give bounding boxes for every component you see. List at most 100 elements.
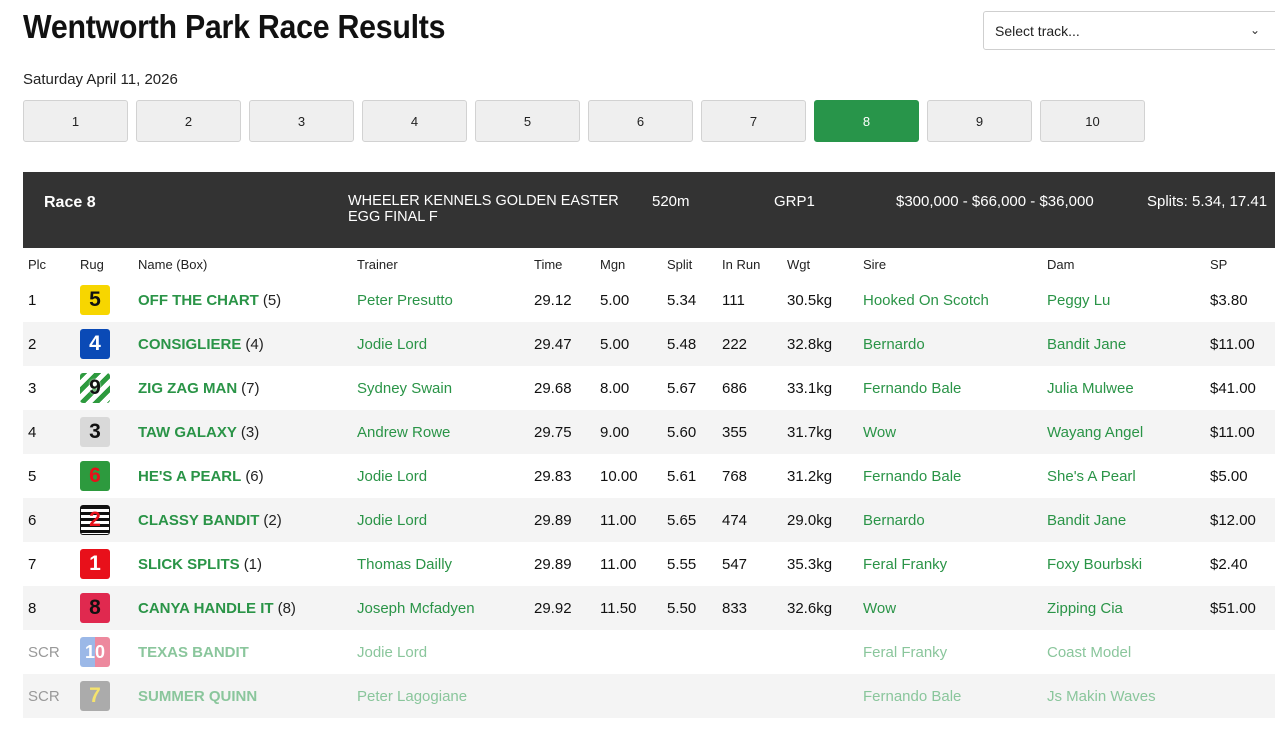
col-header-inrun: In Run [722, 256, 761, 272]
dog-name-link[interactable]: CLASSY BANDIT [138, 512, 259, 529]
rug-icon: 8 [80, 593, 110, 623]
dog-name-link[interactable]: HE'S A PEARL [138, 468, 241, 485]
place: 8 [28, 599, 37, 617]
race-prize: $300,000 - $66,000 - $36,000 [896, 193, 1094, 210]
track-select-value: Select track... [995, 22, 1080, 39]
table-row: 7 1 SLICK SPLITS (1) Thomas Dailly 29.89 11.00… [23, 542, 1275, 586]
sire-link[interactable]: Feral Franky [863, 630, 947, 674]
race-distance: 520m [652, 193, 690, 210]
rug-cell: 3 [80, 410, 110, 454]
starting-price: $2.40 [1210, 555, 1248, 573]
chevron-down-icon: ⌄ [1249, 23, 1260, 37]
split: 5.48 [667, 335, 697, 353]
dam-link[interactable]: Bandit Jane [1047, 498, 1126, 542]
in-run: 222 [722, 335, 748, 353]
rug-icon: 10 [80, 637, 110, 667]
race-tab-10[interactable]: 10 [1040, 100, 1145, 142]
name-cell: CONSIGLIERE (4) [138, 322, 264, 366]
race-tab-7[interactable]: 7 [701, 100, 806, 142]
weight: 32.8kg [787, 335, 833, 353]
rug-number: 3 [89, 420, 101, 443]
trainer-link[interactable]: Jodie Lord [357, 498, 427, 542]
race-name: WHEELER KENNELS GOLDEN EASTER EGG FINAL … [348, 193, 619, 225]
dog-name-link[interactable]: CONSIGLIERE [138, 336, 241, 353]
sire-link[interactable]: Wow [863, 410, 896, 454]
dam-link[interactable]: Zipping Cia [1047, 586, 1123, 630]
sire-link[interactable]: Feral Franky [863, 542, 947, 586]
time: 29.89 [534, 555, 572, 573]
name-cell: SUMMER QUINN [138, 674, 261, 718]
weight: 31.7kg [787, 423, 833, 441]
col-header-split: Split [667, 256, 693, 272]
results-table: Plc Rug Name (Box) Trainer Time Mgn Spli… [23, 250, 1275, 718]
dog-name-link[interactable]: TEXAS BANDIT [138, 644, 249, 661]
place: 3 [28, 379, 37, 397]
rug-cell: 4 [80, 322, 110, 366]
rug-number: 9 [89, 376, 101, 399]
rug-cell: 2 [80, 498, 110, 542]
track-select[interactable]: Select track... ⌄ [983, 11, 1275, 50]
split: 5.50 [667, 599, 697, 617]
dog-name-link[interactable]: ZIG ZAG MAN [138, 380, 237, 397]
weight: 30.5kg [787, 291, 833, 309]
dam-link[interactable]: Bandit Jane [1047, 322, 1126, 366]
weight: 32.6kg [787, 599, 833, 617]
col-header-dam: Dam [1047, 256, 1075, 272]
dam-link[interactable]: She's A Pearl [1047, 454, 1136, 498]
trainer-link[interactable]: Peter Presutto [357, 278, 453, 322]
split: 5.67 [667, 379, 697, 397]
dog-name-link[interactable]: OFF THE CHART [138, 292, 259, 309]
race-tab-4[interactable]: 4 [362, 100, 467, 142]
margin: 11.00 [600, 555, 637, 573]
race-header: Race 8 WHEELER KENNELS GOLDEN EASTER EGG… [23, 172, 1275, 248]
race-tab-3[interactable]: 3 [249, 100, 354, 142]
margin: 8.00 [600, 379, 630, 397]
dog-name-link[interactable]: TAW GALAXY [138, 424, 237, 441]
rug-cell: 1 [80, 542, 110, 586]
dog-name-link[interactable]: SUMMER QUINN [138, 688, 257, 705]
race-tab-5[interactable]: 5 [475, 100, 580, 142]
race-tab-9[interactable]: 9 [927, 100, 1032, 142]
race-tab-1[interactable]: 1 [23, 100, 128, 142]
dam-link[interactable]: Wayang Angel [1047, 410, 1143, 454]
sire-link[interactable]: Fernando Bale [863, 366, 961, 410]
sire-link[interactable]: Fernando Bale [863, 674, 961, 718]
dam-link[interactable]: Peggy Lu [1047, 278, 1110, 322]
name-cell: TEXAS BANDIT [138, 630, 253, 674]
rug-icon: 3 [80, 417, 110, 447]
race-tab-8[interactable]: 8 [814, 100, 919, 142]
weight: 29.0kg [787, 511, 833, 529]
box-number: (5) [262, 291, 282, 309]
trainer-link[interactable]: Andrew Rowe [357, 410, 450, 454]
rug-cell: 7 [80, 674, 110, 718]
table-row: 8 8 CANYA HANDLE IT (8) Joseph Mcfadyen 29.92… [23, 586, 1275, 630]
trainer-link[interactable]: Peter Lagogiane [357, 674, 467, 718]
race-tab-6[interactable]: 6 [588, 100, 693, 142]
dog-name-link[interactable]: CANYA HANDLE IT [138, 600, 274, 617]
trainer-link[interactable]: Thomas Dailly [357, 542, 452, 586]
dam-link[interactable]: Js Makin Waves [1047, 674, 1156, 718]
dam-link[interactable]: Foxy Bourbski [1047, 542, 1142, 586]
margin: 10.00 [600, 467, 638, 485]
rug-icon: 9 [80, 373, 110, 403]
sire-link[interactable]: Wow [863, 586, 896, 630]
dam-link[interactable]: Julia Mulwee [1047, 366, 1134, 410]
sire-link[interactable]: Bernardo [863, 322, 925, 366]
trainer-link[interactable]: Jodie Lord [357, 322, 427, 366]
trainer-link[interactable]: Joseph Mcfadyen [357, 586, 475, 630]
dam-link[interactable]: Coast Model [1047, 630, 1131, 674]
dog-name-link[interactable]: SLICK SPLITS [138, 556, 240, 573]
trainer-link[interactable]: Jodie Lord [357, 630, 427, 674]
split: 5.61 [667, 467, 697, 485]
rug-number: 5 [89, 288, 101, 311]
sire-link[interactable]: Fernando Bale [863, 454, 961, 498]
name-cell: ZIG ZAG MAN (7) [138, 366, 260, 410]
box-number: (3) [240, 423, 260, 441]
trainer-link[interactable]: Jodie Lord [357, 454, 427, 498]
trainer-link[interactable]: Sydney Swain [357, 366, 452, 410]
sire-link[interactable]: Bernardo [863, 498, 925, 542]
sire-link[interactable]: Hooked On Scotch [863, 278, 989, 322]
split: 5.60 [667, 423, 697, 441]
in-run: 547 [722, 555, 748, 573]
race-tab-2[interactable]: 2 [136, 100, 241, 142]
